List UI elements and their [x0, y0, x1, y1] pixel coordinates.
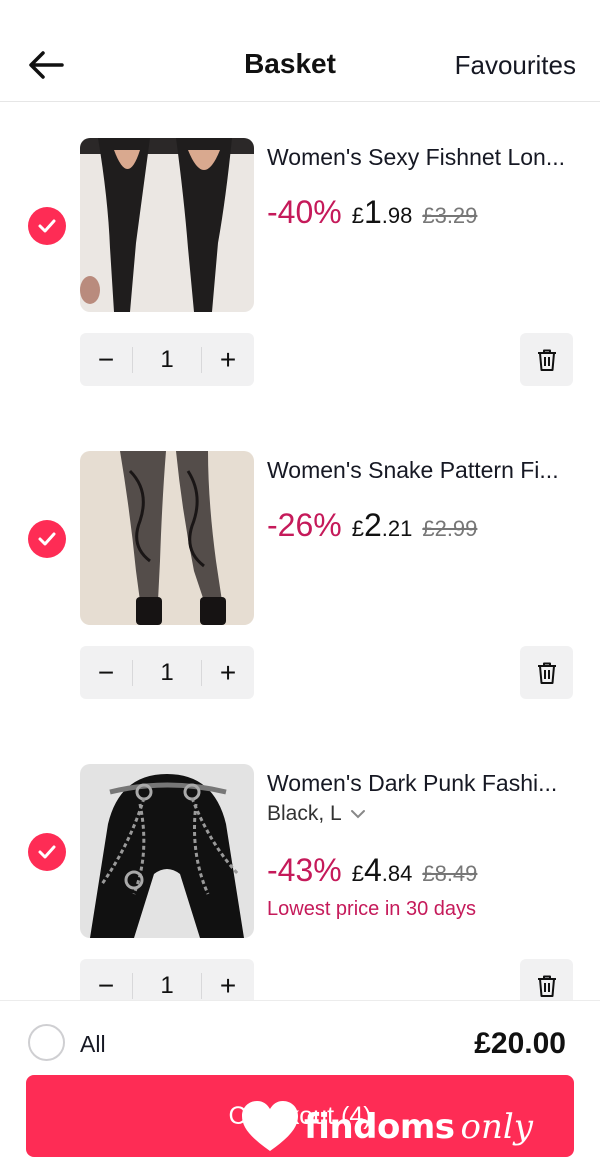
variant-label: Black, L — [267, 802, 342, 825]
current-price: £1.98 — [352, 194, 413, 231]
original-price: £2.99 — [422, 516, 478, 541]
discount-label: -40% — [267, 194, 342, 230]
item-checkbox[interactable] — [28, 207, 66, 245]
checkmark-icon — [38, 219, 56, 233]
checkout-label: Checkout (4) — [228, 1101, 372, 1130]
price-minor: .21 — [381, 516, 413, 541]
basket-item: Women's Snake Pattern Fi... -26% £2.21 £… — [0, 451, 600, 711]
checkmark-icon — [38, 845, 56, 859]
chevron-down-icon — [350, 810, 365, 819]
checkmark-icon — [38, 532, 56, 546]
decrease-button[interactable]: − — [80, 333, 132, 386]
original-price: £8.49 — [422, 861, 478, 886]
currency: £ — [351, 203, 364, 228]
product-name[interactable]: Women's Snake Pattern Fi... — [267, 457, 587, 484]
total-price: £20.00 — [474, 1027, 566, 1060]
trash-icon — [537, 349, 556, 371]
currency: £ — [351, 861, 364, 886]
favourites-link[interactable]: Favourites — [455, 50, 576, 81]
price-row: -40% £1.98 £3.29 — [267, 194, 477, 231]
increase-button[interactable]: + — [202, 333, 254, 386]
product-image[interactable] — [80, 138, 254, 312]
quantity-value[interactable]: 1 — [132, 659, 202, 686]
delete-button[interactable] — [520, 646, 573, 699]
trash-icon — [537, 662, 556, 684]
price-major: 1 — [363, 194, 382, 230]
price-row: -26% £2.21 £2.99 — [267, 507, 477, 544]
price-minor: .84 — [381, 861, 413, 886]
price-major: 4 — [363, 852, 382, 888]
original-price: £3.29 — [422, 203, 478, 228]
discount-label: -26% — [267, 507, 342, 543]
basket-item: Women's Dark Punk Fashi... Black, L -43%… — [0, 764, 600, 1024]
quantity-value[interactable]: 1 — [132, 972, 202, 999]
basket-item: Women's Sexy Fishnet Lon... -40% £1.98 £… — [0, 138, 600, 398]
price-minor: .98 — [381, 203, 413, 228]
product-image[interactable] — [80, 451, 254, 625]
increase-button[interactable]: + — [202, 646, 254, 699]
item-checkbox[interactable] — [28, 520, 66, 558]
quantity-value[interactable]: 1 — [132, 346, 202, 373]
item-checkbox[interactable] — [28, 833, 66, 871]
price-major: 2 — [363, 507, 382, 543]
currency: £ — [351, 516, 364, 541]
current-price: £2.21 — [352, 507, 413, 544]
checkout-footer: All £20.00 Checkout (4) findoms only — [0, 1000, 600, 1175]
select-all-radio[interactable] — [28, 1024, 65, 1061]
product-name[interactable]: Women's Dark Punk Fashi... — [267, 770, 587, 797]
current-price: £4.84 — [352, 852, 413, 889]
delete-button[interactable] — [520, 333, 573, 386]
lowest-price-note: Lowest price in 30 days — [267, 898, 477, 920]
price-row: -43% £4.84 £8.49 — [267, 852, 477, 889]
variant-selector[interactable]: Black, L — [267, 802, 366, 826]
discount-label: -43% — [267, 852, 342, 888]
decrease-button[interactable]: − — [80, 646, 132, 699]
product-name[interactable]: Women's Sexy Fishnet Lon... — [267, 144, 587, 171]
select-all-label[interactable]: All — [80, 1031, 106, 1058]
header: Basket Favourites — [0, 0, 600, 102]
checkout-button[interactable]: Checkout (4) — [26, 1075, 574, 1157]
product-image[interactable] — [80, 764, 254, 938]
trash-icon — [537, 975, 556, 997]
quantity-stepper: − 1 + — [80, 646, 254, 699]
quantity-stepper: − 1 + — [80, 333, 254, 386]
